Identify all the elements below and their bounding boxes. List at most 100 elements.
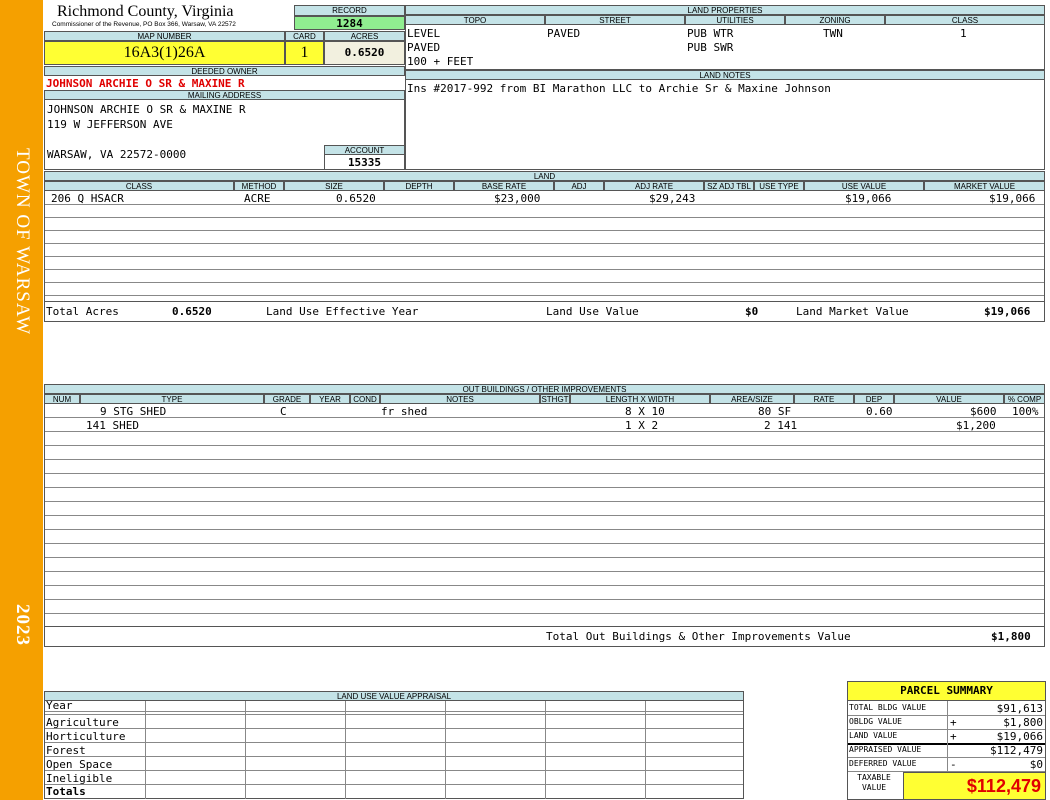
land-row-base-rate: $23,000: [494, 192, 541, 205]
ps-value-bldg: $91,613: [996, 702, 1043, 715]
land-col-market-value: MARKET VALUE: [924, 181, 1045, 191]
land-use-appraisal-box: [44, 701, 744, 799]
ob-col-cond: COND: [350, 394, 380, 404]
ob-row-1-dep: 0.60: [866, 405, 893, 418]
account-value: 15335: [347, 156, 382, 169]
mailing-line-2: 119 W JEFFERSON AVE: [47, 118, 173, 131]
account-header: ACCOUNT: [324, 145, 405, 155]
total-acres-label: Total Acres: [46, 305, 119, 318]
side-banner: [0, 0, 43, 800]
land-col-use-type: USE TYPE: [754, 181, 804, 191]
ob-col-grade: GRADE: [264, 394, 310, 404]
ob-col-dep: DEP: [854, 394, 894, 404]
ob-row-2-type: 141 SHED: [86, 419, 139, 432]
total-acres-value: 0.6520: [172, 305, 212, 318]
land-col-adj-rate: ADJ RATE: [604, 181, 704, 191]
lp-topo-2: PAVED: [407, 41, 441, 54]
land-row-market-value: $19,066: [989, 192, 1036, 205]
ps-taxable-value: $112,479: [903, 772, 1046, 800]
ob-col-num: NUM: [44, 394, 80, 404]
lua-row-agriculture: Agriculture: [46, 716, 119, 729]
record-value: 1284: [294, 16, 405, 30]
land-row-size: 0.6520: [336, 192, 376, 205]
ps-label-deferred: DEFERRED VALUE: [849, 759, 917, 768]
land-notes-text: Ins #2017-992 from BI Marathon LLC to Ar…: [407, 82, 831, 95]
ps-label-obldg: OBLDG VALUE: [849, 717, 902, 726]
ob-row-1-value: $600: [970, 405, 997, 418]
ob-row-1-comp: 100%: [1012, 405, 1039, 418]
acres-header: ACRES: [324, 31, 405, 41]
lp-utilities-2: PUB SWR: [687, 41, 734, 54]
land-row-adj-rate: $29,243: [649, 192, 696, 205]
ob-col-sthgt: STHGT: [540, 394, 570, 404]
ob-row-1-area: 80 SF: [758, 405, 792, 418]
land-market-value: $19,066: [984, 305, 1031, 318]
lua-row-year: Year: [46, 699, 73, 712]
ps-value-land: $19,066: [996, 730, 1043, 743]
lp-header-topo: TOPO: [405, 15, 545, 25]
record-header: RECORD: [294, 5, 405, 16]
lp-header-street: STREET: [545, 15, 685, 25]
land-col-method: METHOD: [234, 181, 284, 191]
map-number-value: 16A3(1)26A: [44, 41, 285, 65]
land-use-appraisal-header: LAND USE VALUE APPRAISAL: [44, 691, 744, 701]
outbuildings-total-value: $1,800: [991, 630, 1031, 643]
ob-col-comp: % COMP: [1004, 394, 1045, 404]
mailing-line-3: WARSAW, VA 22572-0000: [47, 148, 187, 161]
lp-header-class: CLASS: [885, 15, 1045, 25]
county-subtitle: Commissioner of the Revenue, PO Box 366,…: [52, 21, 236, 28]
lp-topo-3: 100 + FEET: [407, 55, 474, 68]
ob-col-area: AREA/SIZE: [710, 394, 794, 404]
outbuildings-header: OUT BUILDINGS / OTHER IMPROVEMENTS: [44, 384, 1045, 394]
lua-row-open-space: Open Space: [46, 758, 113, 771]
lp-header-zoning: ZONING: [785, 15, 885, 25]
ob-col-value: VALUE: [894, 394, 1004, 404]
land-market-value-label: Land Market Value: [796, 305, 909, 318]
county-title: Richmond County, Virginia: [57, 3, 234, 20]
card-value: 1: [285, 41, 324, 65]
ob-row-1-dims: 8 X 10: [625, 405, 665, 418]
land-row-use-value: $19,066: [845, 192, 892, 205]
lp-street: PAVED: [547, 27, 581, 40]
lua-row-totals: Totals: [46, 785, 86, 798]
lp-zoning: TWN: [823, 27, 843, 40]
land-col-sz-adj: SZ ADJ TBL: [704, 181, 754, 191]
ob-col-notes: NOTES: [380, 394, 540, 404]
parcel-summary-title: PARCEL SUMMARY: [847, 681, 1046, 701]
ps-value-appraised: $112,479: [990, 744, 1043, 757]
lua-row-ineligible: Ineligible: [46, 772, 113, 785]
land-use-effective-year-label: Land Use Effective Year: [266, 305, 419, 318]
land-col-base-rate: BASE RATE: [454, 181, 554, 191]
deeded-owner-value: JOHNSON ARCHIE O SR & MAXINE R: [46, 77, 245, 90]
account-divider: [324, 145, 325, 170]
outbuildings-rows-box: [44, 404, 1045, 647]
lp-topo-1: LEVEL: [407, 27, 441, 40]
ob-row-2-value: $1,200: [956, 419, 996, 432]
mailing-header: MAILING ADDRESS: [44, 90, 405, 100]
town-label: TOWN OF WARSAW: [12, 148, 33, 336]
ob-col-type: TYPE: [80, 394, 264, 404]
lua-row-forest: Forest: [46, 744, 86, 757]
land-use-value-label: Land Use Value: [546, 305, 639, 318]
ob-col-dims: LENGTH X WIDTH: [570, 394, 710, 404]
lp-class: 1: [960, 27, 967, 40]
deeded-owner-header: DEEDED OWNER: [44, 66, 405, 76]
ob-row-1-grade: C: [280, 405, 287, 418]
ps-label-appraised: APPRAISED VALUE: [849, 745, 922, 754]
year-label: 2023: [12, 604, 33, 646]
land-rows-box: [44, 191, 1045, 322]
ob-row-1-notes: fr shed: [381, 405, 428, 418]
acres-value: 0.6520: [324, 41, 405, 65]
land-properties-header: LAND PROPERTIES: [405, 5, 1045, 15]
outbuildings-column-headers: NUM TYPE GRADE YEAR COND NOTES STHGT LEN…: [44, 394, 1045, 404]
ob-col-year: YEAR: [310, 394, 350, 404]
lp-header-utilities: UTILITIES: [685, 15, 785, 25]
ob-col-rate: RATE: [794, 394, 854, 404]
lua-row-horticulture: Horticulture: [46, 730, 126, 743]
land-row-class: 206 Q HSACR: [51, 192, 124, 205]
card-header: CARD: [285, 31, 324, 41]
land-use-value: $0: [745, 305, 759, 318]
ps-label-bldg: TOTAL BLDG VALUE: [849, 703, 927, 712]
land-col-class: CLASS: [44, 181, 234, 191]
lp-utilities-1: PUB WTR: [687, 27, 734, 40]
